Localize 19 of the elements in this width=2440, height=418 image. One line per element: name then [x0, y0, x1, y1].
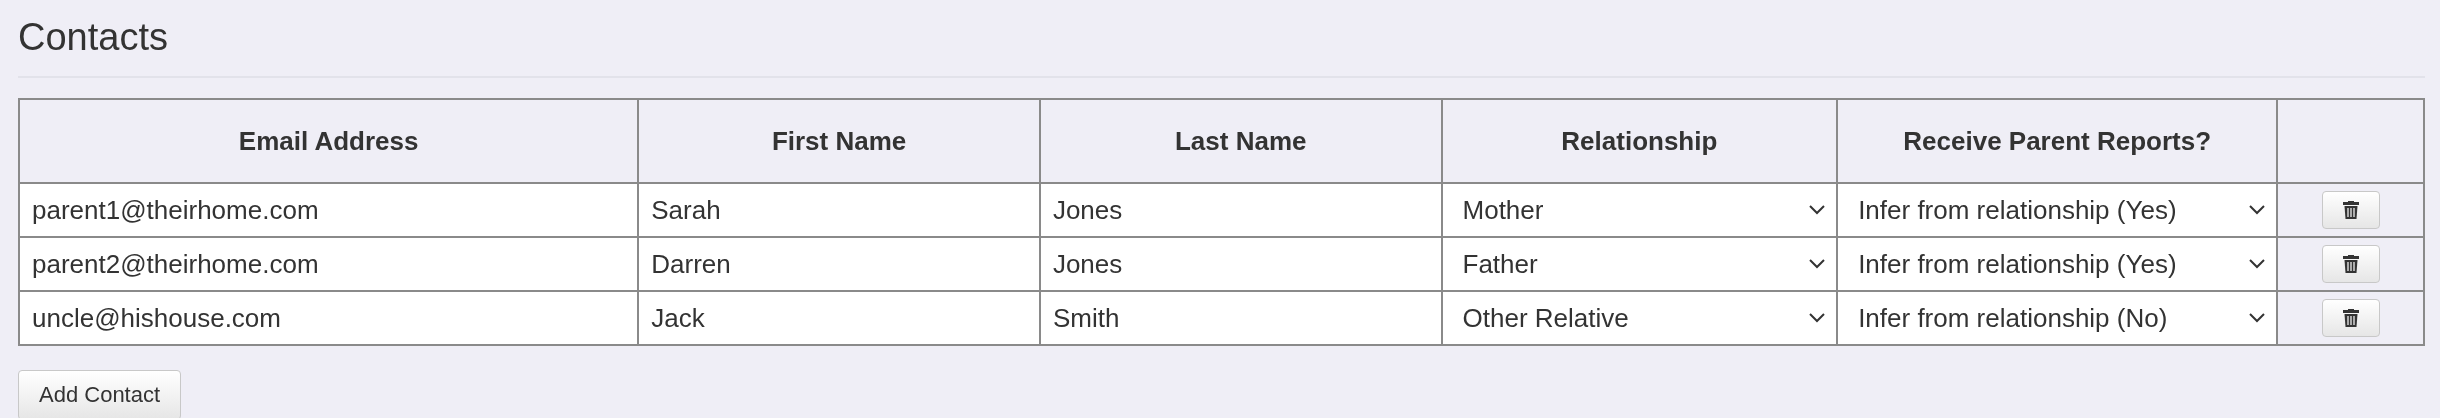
chevron-icon	[2248, 204, 2267, 216]
chevron-icon	[1808, 258, 1827, 270]
column-header: Last Name	[1039, 99, 1442, 183]
chevron-icon	[2248, 312, 2267, 324]
column-header: First Name	[638, 99, 1040, 183]
chevron-icon	[2248, 258, 2267, 270]
delete-button[interactable]	[2321, 191, 2380, 229]
column-header: Email Address	[19, 99, 639, 183]
trash-icon	[2342, 201, 2359, 219]
add-contact-button[interactable]: Add Contact	[18, 370, 182, 418]
chevron-icon	[1808, 204, 1827, 216]
chevron-icon	[1808, 312, 1827, 324]
trash-icon	[2342, 255, 2359, 273]
page-title: Contacts	[18, 15, 169, 60]
delete-button[interactable]	[2321, 245, 2380, 283]
delete-button[interactable]	[2321, 299, 2380, 337]
column-header: Receive Parent Reports?	[1837, 99, 2278, 183]
trash-icon	[2342, 309, 2359, 327]
column-header: Relationship	[1441, 99, 1838, 183]
